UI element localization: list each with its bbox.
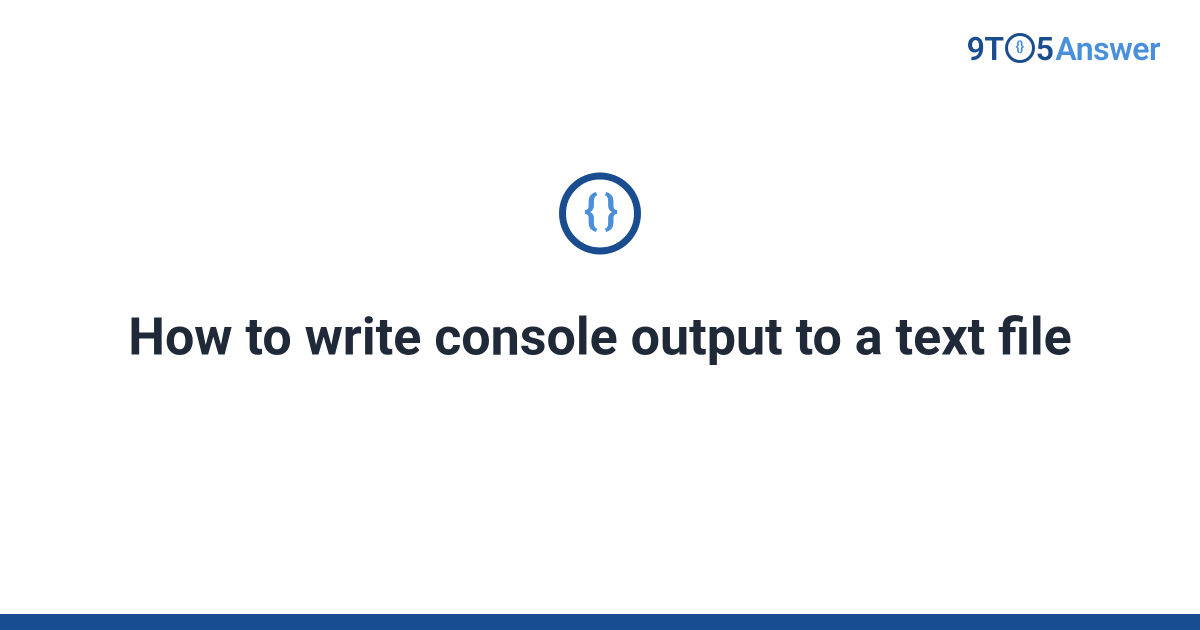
logo-digit-five: 5: [1036, 30, 1054, 68]
topic-icon-circle: { }: [559, 172, 641, 254]
site-logo: 9 T {} 5 Answer: [967, 30, 1160, 68]
logo-braces-inner: {}: [1015, 40, 1023, 54]
main-content: { } How to write console output to a tex…: [0, 172, 1200, 369]
logo-word-answer: Answer: [1055, 30, 1160, 68]
logo-digit-nine: 9: [967, 30, 985, 68]
logo-braces-circle-icon: {}: [1005, 33, 1035, 63]
page-title: How to write console output to a text fi…: [128, 304, 1072, 369]
logo-letter-t: T: [984, 30, 1003, 68]
footer-accent-bar: [0, 614, 1200, 630]
code-braces-icon: { }: [584, 190, 616, 232]
